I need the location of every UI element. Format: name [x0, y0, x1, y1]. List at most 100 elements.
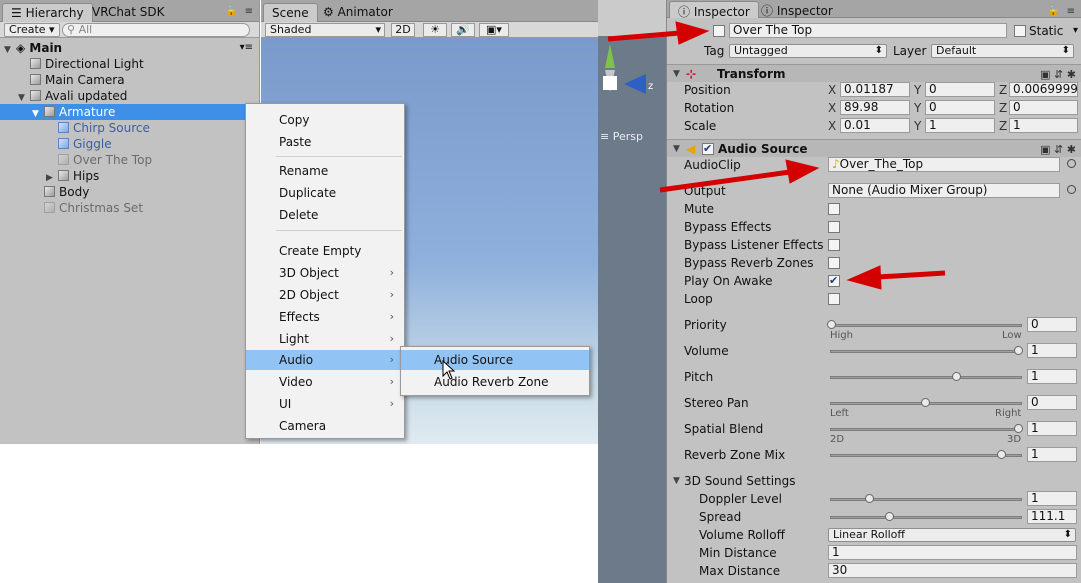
- tree-item-body[interactable]: Body: [0, 184, 259, 200]
- object-name-field[interactable]: Over The Top: [729, 23, 1007, 38]
- axis-gizmo-icon[interactable]: z: [598, 44, 666, 124]
- spread-slider[interactable]: [830, 516, 1022, 519]
- active-checkbox[interactable]: [713, 25, 725, 37]
- scale-x-field[interactable]: 0.01: [840, 118, 910, 133]
- tree-item-christmas-set[interactable]: Christmas Set: [0, 200, 259, 216]
- menu-item-light[interactable]: Light ›: [246, 329, 404, 349]
- doppler-slider-handle[interactable]: [865, 494, 874, 503]
- volume-slider-handle[interactable]: [1014, 346, 1023, 355]
- volume-slider[interactable]: [830, 350, 1022, 353]
- spread-slider-handle[interactable]: [885, 512, 894, 521]
- menu-item-3d-object[interactable]: 3D Object ›: [246, 263, 404, 283]
- priority-slider-handle[interactable]: [827, 320, 836, 329]
- menu-item-audio[interactable]: Audio ›: [246, 350, 404, 370]
- menu-item-delete[interactable]: Delete: [246, 205, 404, 225]
- doppler-slider[interactable]: [830, 498, 1022, 501]
- rotation-y-field[interactable]: 0: [925, 100, 995, 115]
- max-distance-field[interactable]: 30: [828, 563, 1077, 578]
- audio-source-header[interactable]: ▼ ◀ Audio Source ▣ ⇵ ✱: [667, 139, 1081, 158]
- priority-slider[interactable]: [830, 324, 1022, 327]
- stereo-pan-slider-handle[interactable]: [921, 398, 930, 407]
- menu-item-2d-object[interactable]: 2D Object ›: [246, 285, 404, 305]
- reverb-mix-slider[interactable]: [830, 454, 1022, 457]
- lock-icon[interactable]: 🔒 ≡: [225, 6, 255, 17]
- audio-source-enabled-checkbox[interactable]: [702, 140, 714, 158]
- priority-field[interactable]: 0: [1027, 317, 1077, 332]
- reverb-mix-slider-handle[interactable]: [997, 450, 1006, 459]
- menu-item-copy[interactable]: Copy: [246, 110, 404, 130]
- sound3d-foldout[interactable]: ▼ 3D Sound Settings: [667, 472, 1081, 490]
- volume-field[interactable]: 1: [1027, 343, 1077, 358]
- position-z-field[interactable]: 0.00699999: [1009, 82, 1078, 97]
- pitch-slider[interactable]: [830, 376, 1022, 379]
- tab-inspector[interactable]: ⓘ Inspector: [669, 1, 759, 19]
- audioclip-field[interactable]: ♪Over_The_Top: [828, 157, 1060, 172]
- bypass-listener-checkbox[interactable]: [828, 239, 840, 251]
- tab-vrchat-sdk[interactable]: VRChat SDK: [84, 3, 173, 22]
- menu-item-paste[interactable]: Paste: [246, 132, 404, 152]
- menu-item-audio-reverb-zone[interactable]: Audio Reverb Zone: [401, 372, 589, 392]
- tab-inspector-2[interactable]: ⓘ Inspector: [753, 1, 841, 18]
- tree-item-chirp-source[interactable]: Chirp Source: [0, 120, 259, 136]
- transform-header[interactable]: ▼ ⊹ Transform ▣ ⇵ ✱: [667, 64, 1081, 82]
- pitch-field[interactable]: 1: [1027, 369, 1077, 384]
- scene-root-main[interactable]: ▼ ◈ Main ▾≡: [0, 40, 259, 56]
- tab-scene[interactable]: Scene: [263, 3, 318, 22]
- tree-item-hips[interactable]: ▶ Hips: [0, 168, 259, 184]
- object-picker-icon[interactable]: [1067, 185, 1076, 194]
- tree-item-directional-light[interactable]: Directional Light: [0, 56, 259, 72]
- spatial-blend-slider[interactable]: [830, 428, 1022, 431]
- position-y-field[interactable]: 0: [925, 82, 995, 97]
- spread-field[interactable]: 111.1: [1027, 509, 1077, 524]
- scale-z-field[interactable]: 1: [1009, 118, 1078, 133]
- tree-item-main-camera[interactable]: Main Camera: [0, 72, 259, 88]
- rotation-z-field[interactable]: 0: [1009, 100, 1078, 115]
- spatial-blend-slider-handle[interactable]: [1014, 424, 1023, 433]
- scale-y-field[interactable]: 1: [925, 118, 995, 133]
- menu-item-camera[interactable]: Camera: [246, 416, 404, 436]
- rolloff-dropdown[interactable]: Linear Rolloff: [828, 528, 1076, 542]
- mode-2d-button[interactable]: 2D: [391, 23, 415, 37]
- lock-icon[interactable]: 🔒 ≡: [1047, 6, 1077, 17]
- menu-icon[interactable]: ▾≡: [240, 40, 253, 56]
- tree-item-armature[interactable]: ▼ Armature: [0, 104, 259, 120]
- static-dropdown-icon[interactable]: ▾: [1073, 22, 1078, 40]
- menu-item-rename[interactable]: Rename: [246, 161, 404, 181]
- menu-item-ui[interactable]: UI ›: [246, 394, 404, 414]
- tree-item-over-the-top[interactable]: Over The Top: [0, 152, 259, 168]
- loop-checkbox[interactable]: [828, 293, 840, 305]
- stereo-pan-field[interactable]: 0: [1027, 395, 1077, 410]
- light-toggle-icon[interactable]: ☀: [423, 23, 447, 37]
- object-picker-icon[interactable]: [1067, 159, 1076, 168]
- persp-label[interactable]: ≡ Persp: [600, 130, 643, 143]
- bypass-effects-checkbox[interactable]: [828, 221, 840, 233]
- create-button[interactable]: Create ▾: [4, 23, 60, 37]
- audio-toggle-icon[interactable]: 🔊: [451, 23, 475, 37]
- shading-dropdown[interactable]: Shaded ▾: [265, 23, 385, 37]
- effects-dropdown-icon[interactable]: ▣▾: [479, 23, 509, 37]
- min-distance-field[interactable]: 1: [828, 545, 1077, 560]
- tab-hierarchy[interactable]: ☰ Hierarchy: [2, 3, 93, 22]
- bypass-reverb-checkbox[interactable]: [828, 257, 840, 269]
- menu-item-effects[interactable]: Effects ›: [246, 307, 404, 327]
- menu-item-duplicate[interactable]: Duplicate: [246, 183, 404, 203]
- doppler-field[interactable]: 1: [1027, 491, 1077, 506]
- static-checkbox[interactable]: [1014, 25, 1026, 37]
- spatial-blend-field[interactable]: 1: [1027, 421, 1077, 436]
- menu-item-audio-source[interactable]: Audio Source: [401, 350, 589, 370]
- tree-item-avali-updated[interactable]: ▼ Avali updated: [0, 88, 259, 104]
- menu-item-create-empty[interactable]: Create Empty: [246, 241, 404, 261]
- mute-checkbox[interactable]: [828, 203, 840, 215]
- tag-dropdown[interactable]: Untagged: [729, 44, 887, 58]
- rotation-x-field[interactable]: 89.98: [840, 100, 910, 115]
- output-field[interactable]: None (Audio Mixer Group): [828, 183, 1060, 198]
- pitch-slider-handle[interactable]: [952, 372, 961, 381]
- layer-dropdown[interactable]: Default: [931, 44, 1074, 58]
- play-on-awake-checkbox[interactable]: [828, 272, 840, 290]
- menu-item-video[interactable]: Video ›: [246, 372, 404, 392]
- tab-animator[interactable]: ⚙ Animator: [315, 3, 401, 22]
- tree-item-giggle[interactable]: Giggle: [0, 136, 259, 152]
- position-x-field[interactable]: 0.01187: [840, 82, 910, 97]
- reverb-mix-field[interactable]: 1: [1027, 447, 1077, 462]
- search-input[interactable]: ⚲ All: [62, 23, 250, 37]
